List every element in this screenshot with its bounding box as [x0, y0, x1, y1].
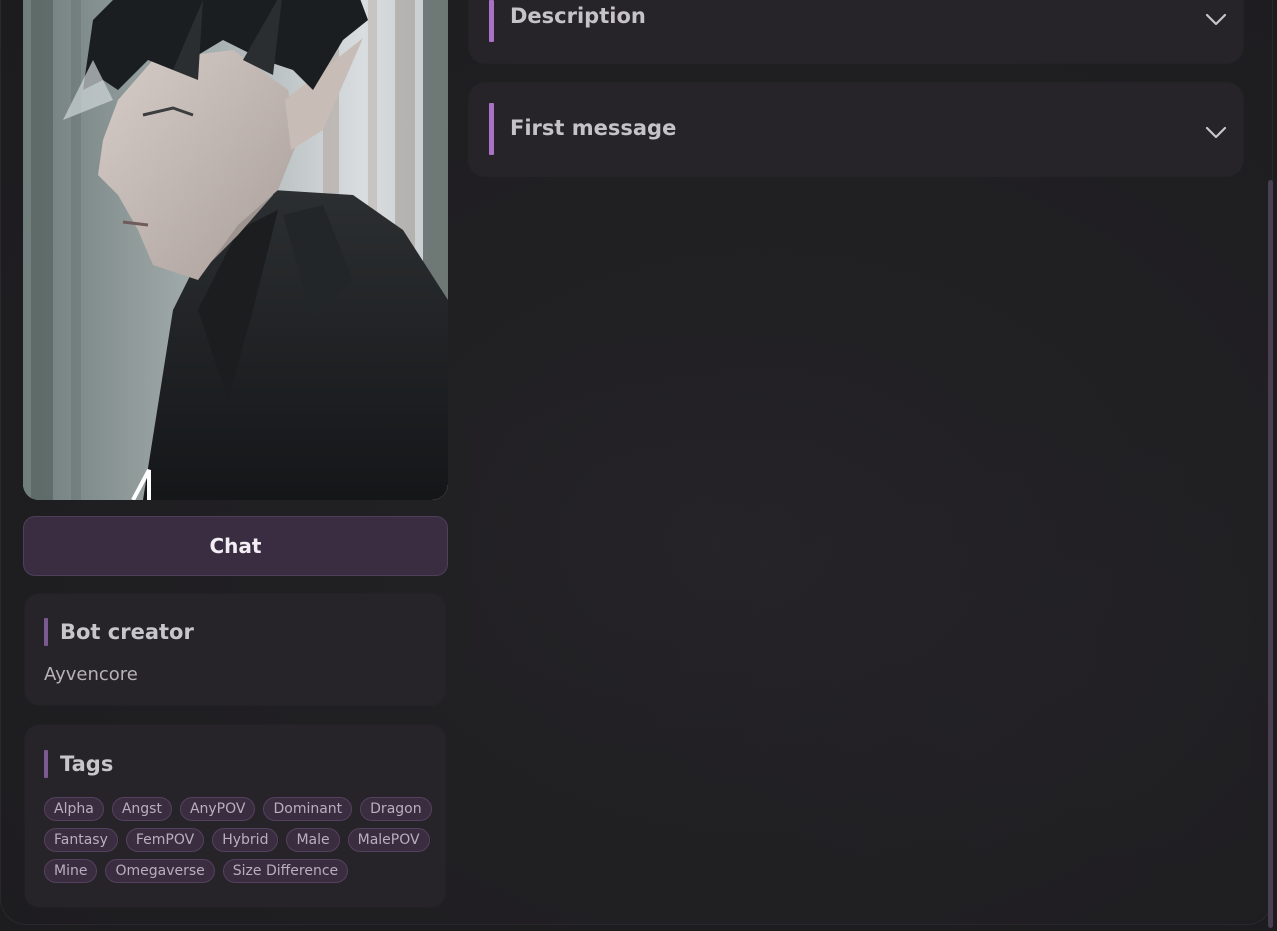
tag-chip[interactable]: FemPOV: [125, 828, 205, 852]
chevron-down-icon[interactable]: [1205, 126, 1227, 140]
tag-chip[interactable]: Hybrid: [212, 828, 279, 852]
heading-accent-bar: [44, 750, 48, 778]
tag-list: Alpha Angst AnyPOV Dominant Dragon Fanta…: [44, 797, 434, 883]
tag-chip[interactable]: Angst: [111, 797, 172, 821]
tag-chip[interactable]: Dominant: [263, 797, 353, 821]
heading-accent-bar: [44, 618, 48, 646]
portrait-illustration: [23, 0, 448, 500]
tag-chip[interactable]: Size Difference: [222, 859, 349, 883]
scrollbar[interactable]: [1268, 180, 1273, 928]
bot-creator-card: Bot creator Ayvencore: [25, 594, 445, 705]
first-message-section[interactable]: First message: [469, 83, 1243, 176]
character-portrait: [23, 0, 448, 500]
creator-name-link[interactable]: Ayvencore: [44, 664, 138, 685]
chevron-down-icon[interactable]: [1205, 13, 1227, 27]
character-page: Chat Bot creator Ayvencore Tags Alpha An…: [0, 0, 1277, 931]
section-accent-bar: [489, 103, 494, 155]
tags-card: Tags Alpha Angst AnyPOV Dominant Dragon …: [25, 725, 445, 907]
chat-button[interactable]: Chat: [23, 516, 448, 576]
bot-creator-title: Bot creator: [60, 620, 194, 644]
tag-chip[interactable]: Alpha: [44, 797, 104, 821]
tags-title: Tags: [60, 752, 114, 776]
tags-heading: Tags: [44, 750, 113, 778]
bot-creator-heading: Bot creator: [44, 618, 194, 646]
tag-chip[interactable]: Mine: [44, 859, 98, 883]
first-message-title: First message: [510, 116, 677, 140]
tag-chip[interactable]: Dragon: [360, 797, 432, 821]
description-section[interactable]: Description: [469, 0, 1243, 63]
tag-chip[interactable]: MalePOV: [347, 828, 430, 852]
section-accent-bar: [489, 0, 494, 42]
tag-chip[interactable]: Male: [286, 828, 340, 852]
tag-chip[interactable]: Omegaverse: [105, 859, 215, 883]
description-title: Description: [510, 4, 646, 28]
tag-chip[interactable]: AnyPOV: [179, 797, 256, 821]
tag-chip[interactable]: Fantasy: [44, 828, 118, 852]
